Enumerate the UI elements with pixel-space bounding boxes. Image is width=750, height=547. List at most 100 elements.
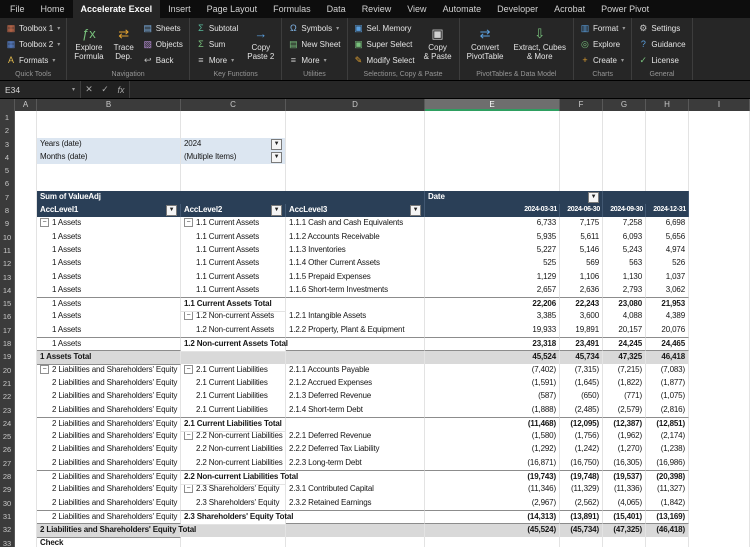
pivot-l3-cell[interactable]: 2.1.3 Deferred Revenue [286,390,425,404]
filter-dropdown-icon[interactable]: ▼ [271,152,282,163]
field-dropdown-icon[interactable]: ▼ [271,205,282,216]
cell[interactable] [689,231,750,245]
value-cell[interactable]: (7,083) [646,364,689,378]
row-number[interactable]: 22 [0,390,15,404]
pivot-l2-cell[interactable]: 1.2 Non-current Assets [181,324,286,338]
value-cell[interactable]: 569 [560,257,603,271]
value-cell[interactable]: (1,270) [603,443,646,457]
row-number[interactable]: 10 [0,231,15,245]
row-number[interactable]: 12 [0,257,15,271]
collapse-icon[interactable]: − [184,365,193,374]
pivot-l3-cell[interactable]: 1.1.5 Prepaid Expenses [286,271,425,285]
value-cell[interactable]: (11,346) [425,483,560,497]
trace-dep-button[interactable]: ⇄TraceDep. [110,19,138,69]
cell[interactable] [646,124,689,138]
convert-pivottable-button[interactable]: ⇄ConvertPivotTable [463,19,508,69]
pivot-l2-cell[interactable]: 2.2 Non-current Liabilities [181,443,286,457]
settings-button[interactable]: ⚙Settings [635,21,688,35]
pivot-row-field-acclevel3[interactable]: AccLevel3▼ [286,204,425,218]
pivot-l1-cell[interactable]: 2 Liabilities and Shareholders' Equity [37,430,181,444]
pivot-l3-cell[interactable]: 1.1.6 Short-term Investments [286,284,425,298]
check-label[interactable]: Check [37,537,181,547]
objects-button[interactable]: ▧Objects [140,37,186,51]
cell[interactable] [689,244,750,258]
pivot-l2-cell[interactable]: 2.1 Current Liabilities [181,377,286,391]
create-button[interactable]: +Create▾ [577,53,628,67]
value-cell[interactable]: (650) [560,390,603,404]
value-cell[interactable]: (2,485) [560,404,603,418]
more-button[interactable]: ≡More▾ [285,53,343,67]
row-number[interactable]: 17 [0,324,15,338]
cell[interactable] [425,164,560,178]
pivot-row-field-acclevel2[interactable]: AccLevel2▼ [181,204,286,218]
cell[interactable] [15,457,37,471]
tab-acrobat[interactable]: Acrobat [546,0,593,18]
cell[interactable] [181,177,286,191]
cell[interactable] [286,164,425,178]
column-header-I[interactable]: I [689,99,750,111]
value-cell[interactable]: (11,327) [646,483,689,497]
cell[interactable] [286,138,425,152]
column-header-A[interactable]: A [15,99,37,111]
cell[interactable] [689,497,750,511]
cell[interactable] [286,124,425,138]
pivot-l3-cell[interactable]: 2.2.3 Long-term Debt [286,457,425,471]
cell[interactable] [689,430,750,444]
cell[interactable] [689,257,750,271]
pivot-l2-cell[interactable]: 2.3 Shareholders' Equity [181,497,286,511]
value-cell[interactable]: 4,974 [646,244,689,258]
symbols-button[interactable]: ΩSymbols▾ [285,21,343,35]
cell[interactable] [689,364,750,378]
pivot-l2-cell[interactable]: 1.1 Current Assets Total [181,297,286,312]
date-column-header[interactable]: 2024-12-31 [646,204,689,218]
cell[interactable] [15,151,37,165]
cell[interactable] [181,164,286,178]
cell[interactable] [425,124,560,138]
cell[interactable] [560,177,603,191]
cell[interactable] [646,537,689,547]
cell[interactable] [37,164,181,178]
pivot-l1-cell[interactable]: −1 Assets [37,217,181,231]
toolbox-1-button[interactable]: ▦Toolbox 1▾ [3,21,63,35]
value-cell[interactable]: (16,750) [560,457,603,471]
value-cell[interactable]: (7,402) [425,364,560,378]
pivot-l1-cell[interactable]: 1 Assets [37,257,181,271]
cell[interactable] [15,138,37,152]
date-column-header[interactable]: 2024-03-31 [425,204,560,218]
value-cell[interactable]: 20,076 [646,324,689,338]
value-cell[interactable]: (7,215) [603,364,646,378]
value-cell[interactable]: 19,933 [425,324,560,338]
value-cell[interactable]: (11,336) [603,483,646,497]
pivot-l1-cell[interactable]: 2 Liabilities and Shareholders' Equity [37,483,181,497]
pivot-l1-cell[interactable]: 1 Assets [37,324,181,338]
cell[interactable] [15,430,37,444]
cell[interactable] [689,310,750,324]
row-number[interactable]: 13 [0,271,15,285]
cell[interactable] [181,537,286,547]
value-cell[interactable]: 526 [646,257,689,271]
pivot-l1-cell[interactable]: 1 Assets [37,284,181,298]
value-cell[interactable]: (1,962) [603,430,646,444]
row-number[interactable]: 16 [0,310,15,324]
value-cell[interactable]: 7,258 [603,217,646,231]
cell[interactable] [689,377,750,391]
collapse-icon[interactable]: − [40,218,49,227]
value-cell[interactable]: 2,793 [603,284,646,298]
cell[interactable] [689,390,750,404]
pivot-l2-cell[interactable]: 2.2 Non-current Liabilities [181,457,286,471]
cell[interactable] [15,497,37,511]
row-number[interactable]: 20 [0,364,15,378]
row-number[interactable]: 25 [0,430,15,444]
pivot-value-title[interactable]: Sum of ValueAdj [37,191,425,205]
formula-input[interactable] [129,81,750,98]
cell[interactable] [425,111,560,125]
tab-file[interactable]: File [2,0,33,18]
value-cell[interactable]: (1,238) [646,443,689,457]
value-cell[interactable]: 5,656 [646,231,689,245]
pivot-row-field-acclevel1[interactable]: AccLevel1▼ [37,204,181,218]
value-cell[interactable]: (771) [603,390,646,404]
cell[interactable] [15,284,37,298]
pivot-l3-cell[interactable]: 1.2.2 Property, Plant & Equipment [286,324,425,338]
pivot-l3-cell[interactable]: 1.1.1 Cash and Cash Equivalents [286,217,425,231]
cell[interactable] [15,537,37,547]
